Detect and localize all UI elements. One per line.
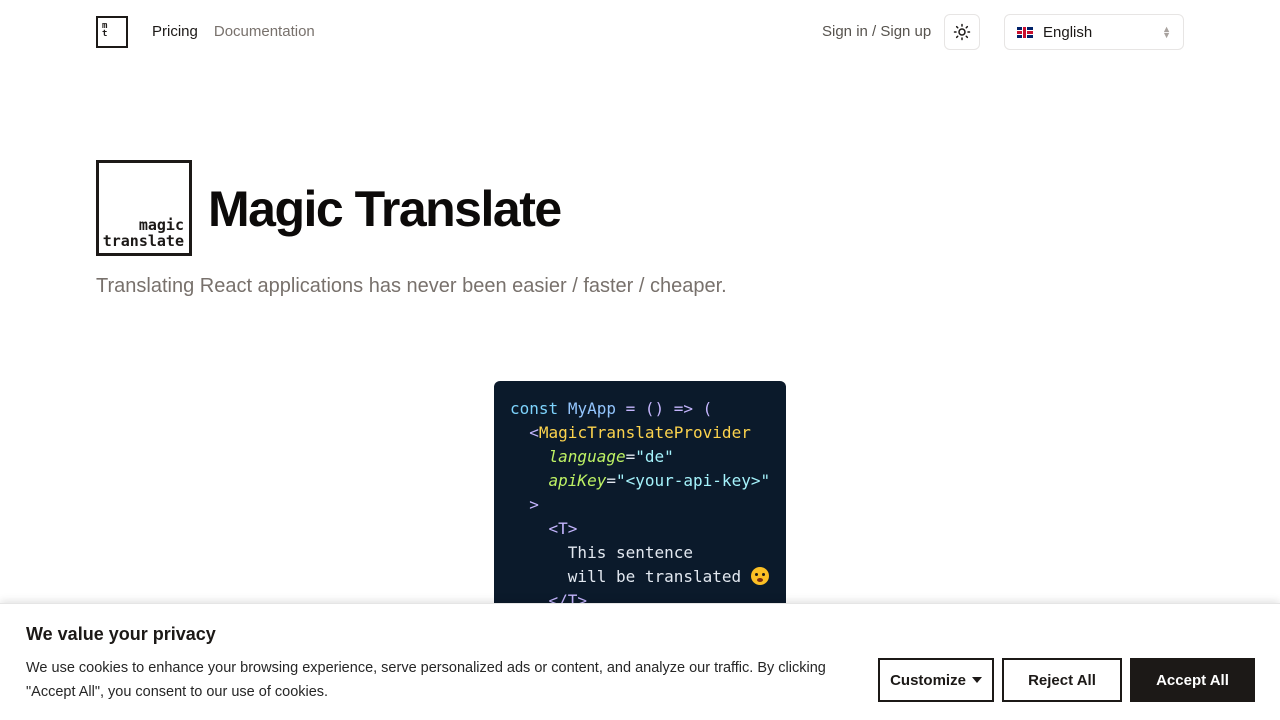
logo[interactable]: m t xyxy=(96,16,128,48)
hero-logo: magic translate xyxy=(96,160,192,256)
nav-documentation-link[interactable]: Documentation xyxy=(214,23,315,40)
hero-subtitle: Translating React applications has never… xyxy=(96,275,727,297)
uk-flag-icon xyxy=(1017,26,1033,38)
chevron-up-down-icon: ▲ ▼ xyxy=(1162,24,1171,40)
customize-button[interactable]: Customize xyxy=(878,658,994,702)
language-selected-value: English xyxy=(1043,23,1093,41)
site-header: m t Pricing Documentation Sign in / Sign… xyxy=(0,0,1280,64)
caret-down-icon xyxy=(971,677,982,683)
main-nav: Pricing Documentation xyxy=(152,23,315,40)
code-example: const MyApp = () => ( <MagicTranslatePro… xyxy=(494,381,786,611)
cookie-description: We use cookies to enhance your browsing … xyxy=(26,660,826,700)
cookie-title: We value your privacy xyxy=(26,624,216,644)
cookie-banner: We value your privacy We use cookies to … xyxy=(0,603,1280,720)
sign-in-link[interactable]: Sign in / Sign up xyxy=(822,23,931,40)
theme-toggle-button[interactable] xyxy=(944,14,980,50)
page-title: Magic Translate xyxy=(208,181,562,237)
mind-blown-emoji-icon xyxy=(750,567,769,585)
sun-icon xyxy=(953,23,971,41)
nav-pricing-link[interactable]: Pricing xyxy=(152,23,198,40)
accept-all-button[interactable]: Accept All xyxy=(1130,658,1255,702)
reject-all-button[interactable]: Reject All xyxy=(1002,658,1122,702)
language-select[interactable]: English ▲ ▼ xyxy=(1004,14,1184,50)
